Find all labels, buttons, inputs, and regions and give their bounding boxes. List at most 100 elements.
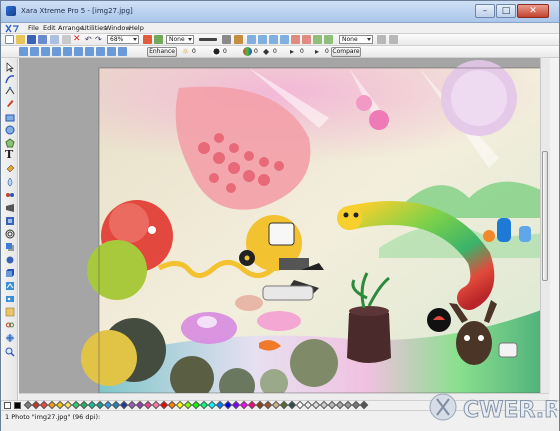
- enhance-button[interactable]: Enhance: [147, 47, 177, 57]
- menu-arrange[interactable]: Arrange: [58, 24, 84, 32]
- quickshape-tool-icon[interactable]: [5, 138, 15, 148]
- photo-tool-icon[interactable]: [5, 294, 15, 304]
- new-document-icon[interactable]: [5, 35, 14, 44]
- tint-value[interactable]: 0: [325, 48, 329, 55]
- compare-button[interactable]: Compare: [331, 47, 361, 57]
- shadow-tool-icon[interactable]: [5, 242, 15, 252]
- 3d-extrude-tool-icon[interactable]: [5, 268, 15, 278]
- zoom-tool-icon[interactable]: [143, 35, 152, 44]
- arrow-style-icon-1[interactable]: [247, 35, 256, 44]
- black-swatch[interactable]: [14, 402, 21, 409]
- photo-tool-icon-1[interactable]: [19, 47, 28, 56]
- line-style-icon[interactable]: [222, 35, 231, 44]
- title-bar: Xara Xtreme Pro 5 - [img27.jpg] – □ ✕: [1, 1, 559, 23]
- shape-editor-tool-icon[interactable]: [5, 86, 15, 96]
- shape-tool-icon-1[interactable]: [291, 35, 300, 44]
- clipart-tool-icon[interactable]: [5, 307, 15, 317]
- fill-type-dropdown[interactable]: None: [166, 35, 194, 44]
- watermark-text: CWER.RU: [463, 398, 557, 423]
- photo-tool-icon-6[interactable]: [74, 47, 83, 56]
- arrow-style-icon-2[interactable]: [258, 35, 267, 44]
- photo-tool-icon-8[interactable]: [96, 47, 105, 56]
- photo-tool-icon-4[interactable]: [52, 47, 61, 56]
- photo-tool-icon-9[interactable]: [107, 47, 116, 56]
- options-icon[interactable]: [377, 35, 386, 44]
- minimize-button[interactable]: –: [475, 4, 495, 18]
- maximize-button[interactable]: □: [496, 4, 516, 18]
- brush-icon[interactable]: [234, 35, 243, 44]
- standard-toolbar: ✕ ↶ ↷ 68% None None: [1, 34, 559, 46]
- arrow-style-icon-3[interactable]: [269, 35, 278, 44]
- menu-window[interactable]: Window: [105, 24, 131, 32]
- brightness-value[interactable]: 0: [192, 48, 196, 55]
- push-tool-icon[interactable]: [154, 35, 163, 44]
- contour-tool-icon[interactable]: [5, 229, 15, 239]
- menu-utilities[interactable]: Utilities: [82, 24, 106, 32]
- fill-type-value: None: [169, 36, 185, 43]
- line-width-icon[interactable]: [199, 38, 217, 41]
- no-colour-swatch[interactable]: [4, 402, 11, 409]
- tool-bar-left: T: [1, 58, 18, 402]
- text-tool-icon[interactable]: T: [5, 149, 15, 160]
- vertical-scrollbar-thumb[interactable]: [542, 151, 548, 281]
- sharpen-value[interactable]: 0: [273, 48, 277, 55]
- arrow-style-icon-4[interactable]: [280, 35, 289, 44]
- shape-tool-icon-3[interactable]: [313, 35, 322, 44]
- push-tool-icon[interactable]: [5, 333, 15, 343]
- photo-tool-icon-3[interactable]: [41, 47, 50, 56]
- window-title: Xara Xtreme Pro 5 - [img27.jpg]: [21, 7, 133, 15]
- photo-tool-icon-2[interactable]: [30, 47, 39, 56]
- status-text: 1 Photo "img27.jpg" (96 dpi):: [5, 413, 101, 421]
- selector-tool-icon[interactable]: [5, 62, 15, 72]
- photo-tool-icon-5[interactable]: [63, 47, 72, 56]
- fill-tool-icon[interactable]: [5, 164, 15, 174]
- delete-icon[interactable]: ✕: [73, 35, 82, 44]
- transparency-tool-icon[interactable]: [5, 177, 15, 187]
- contrast-value[interactable]: 0: [223, 48, 227, 55]
- menu-file[interactable]: File: [28, 24, 39, 32]
- photo-artwork: [81, 60, 548, 404]
- feather-tool-icon[interactable]: [5, 255, 15, 265]
- link-tool-icon[interactable]: [5, 320, 15, 330]
- contrast-icon: [212, 47, 221, 56]
- app-icon: [6, 6, 16, 16]
- shape-tool-icon-4[interactable]: [324, 35, 333, 44]
- pen-tool-icon[interactable]: [5, 98, 15, 108]
- menu-edit[interactable]: Edit: [43, 24, 56, 32]
- temperature-icon: ▸: [290, 47, 295, 56]
- tint-icon: ▸: [315, 47, 320, 56]
- chevron-down-icon: [188, 38, 192, 41]
- open-folder-icon[interactable]: [16, 35, 25, 44]
- chevron-down-icon: [367, 38, 371, 41]
- shape-tool-icon-2[interactable]: [302, 35, 311, 44]
- bevel-tool-icon[interactable]: [5, 216, 15, 226]
- help-icon[interactable]: [389, 35, 398, 44]
- zoom-dropdown[interactable]: 68%: [107, 35, 139, 44]
- photo-toolbar: Enhance ☼ 0 0 0 ◆ 0 ▸ 0 ▸ 0 Compare: [1, 46, 559, 58]
- redo-icon[interactable]: ↷: [95, 35, 104, 44]
- save-icon[interactable]: [27, 35, 36, 44]
- photo-tool-icon-7[interactable]: [85, 47, 94, 56]
- undo-icon[interactable]: ↶: [85, 35, 94, 44]
- zoom-value: 68%: [110, 36, 124, 43]
- close-button[interactable]: ✕: [517, 4, 549, 18]
- saturation-value[interactable]: 0: [254, 48, 258, 55]
- rectangle-tool-icon[interactable]: [5, 113, 15, 123]
- photo-tool-icon-10[interactable]: [118, 47, 127, 56]
- blend-tool-icon[interactable]: [5, 190, 15, 200]
- document-canvas[interactable]: [19, 58, 549, 404]
- print-icon[interactable]: [50, 35, 59, 44]
- quality-value: None: [342, 36, 358, 43]
- zoom-tool-icon[interactable]: [5, 347, 15, 357]
- brightness-icon: ☼: [182, 47, 190, 56]
- cut-icon[interactable]: [62, 35, 71, 44]
- live-effects-tool-icon[interactable]: [5, 281, 15, 291]
- mould-tool-icon[interactable]: [5, 203, 15, 213]
- menu-help[interactable]: Help: [129, 24, 144, 32]
- freehand-tool-icon[interactable]: [5, 74, 15, 84]
- ellipse-tool-icon[interactable]: [5, 125, 15, 135]
- xara-logo-icon: [5, 24, 19, 33]
- quality-dropdown[interactable]: None: [339, 35, 373, 44]
- import-icon[interactable]: [38, 35, 47, 44]
- temperature-value[interactable]: 0: [300, 48, 304, 55]
